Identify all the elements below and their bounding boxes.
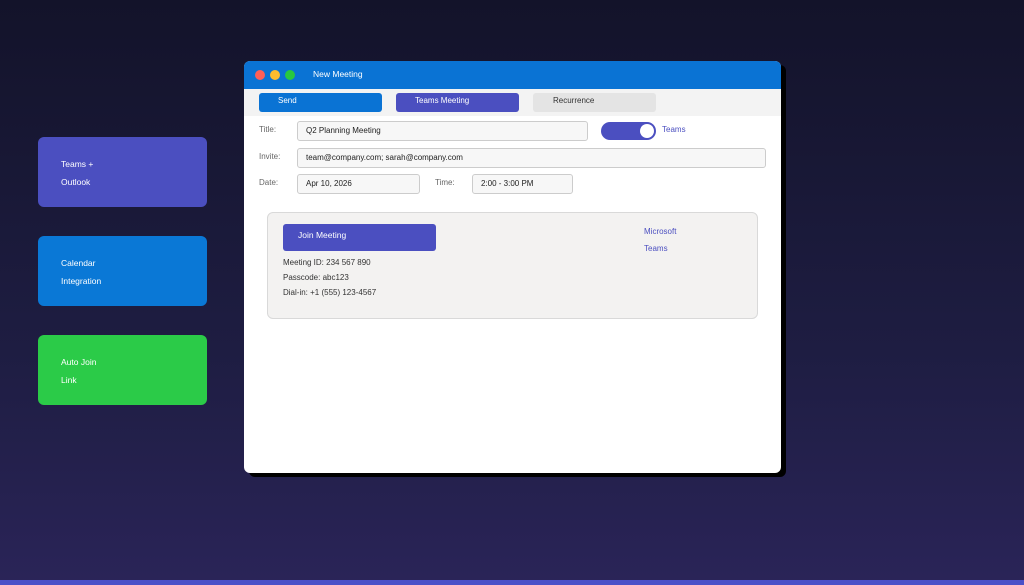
invite-input[interactable]: team@company.com; sarah@company.com [297, 148, 766, 168]
time-input[interactable]: 2:00 - 3:00 PM [472, 174, 573, 194]
feature-card-line: Auto Join [61, 357, 97, 367]
date-label: Date: [259, 178, 279, 187]
meeting-passcode: Passcode: abc123 [283, 273, 349, 282]
teams-toggle[interactable] [601, 122, 656, 140]
title-label: Title: [259, 125, 277, 134]
feature-card-line: Integration [61, 276, 102, 286]
teams-brand-label: Teams [644, 244, 668, 253]
bottom-accent-strip [0, 580, 1024, 585]
send-button[interactable]: Send [259, 93, 382, 112]
meeting-dial-in: Dial-in: +1 (555) 123-4567 [283, 288, 377, 297]
meeting-id: Meeting ID: 234 567 890 [283, 258, 371, 267]
time-label: Time: [435, 178, 455, 187]
date-input[interactable]: Apr 10, 2026 [297, 174, 420, 194]
feature-card-line: Teams + [61, 159, 94, 169]
recurrence-button[interactable]: Recurrence [533, 93, 656, 112]
toggle-knob [640, 124, 654, 138]
teams-toggle-label: Teams [662, 125, 686, 134]
toolbar: Send Teams Meeting Recurrence [244, 89, 781, 116]
feature-card-line: Link [61, 375, 77, 385]
join-meeting-button[interactable]: Join Meeting [283, 224, 436, 251]
new-meeting-window: New Meeting Send Teams Meeting Recurrenc… [244, 61, 781, 473]
invite-label: Invite: [259, 152, 281, 161]
feature-card-teams-outlook: Teams + Outlook [38, 137, 207, 207]
microsoft-label: Microsoft [644, 227, 677, 236]
feature-card-auto-join: Auto Join Link [38, 335, 207, 405]
close-window-dot[interactable] [255, 70, 265, 80]
teams-meeting-card: Join Meeting Meeting ID: 234 567 890 Pas… [267, 212, 758, 319]
minimize-window-dot[interactable] [270, 70, 280, 80]
title-input[interactable]: Q2 Planning Meeting [297, 121, 588, 141]
window-title: New Meeting [313, 69, 363, 79]
feature-card-line: Calendar [61, 258, 96, 268]
feature-card-calendar-integration: Calendar Integration [38, 236, 207, 306]
teams-meeting-button[interactable]: Teams Meeting [396, 93, 519, 112]
maximize-window-dot[interactable] [285, 70, 295, 80]
window-titlebar: New Meeting [244, 61, 781, 89]
feature-card-line: Outlook [61, 177, 91, 187]
